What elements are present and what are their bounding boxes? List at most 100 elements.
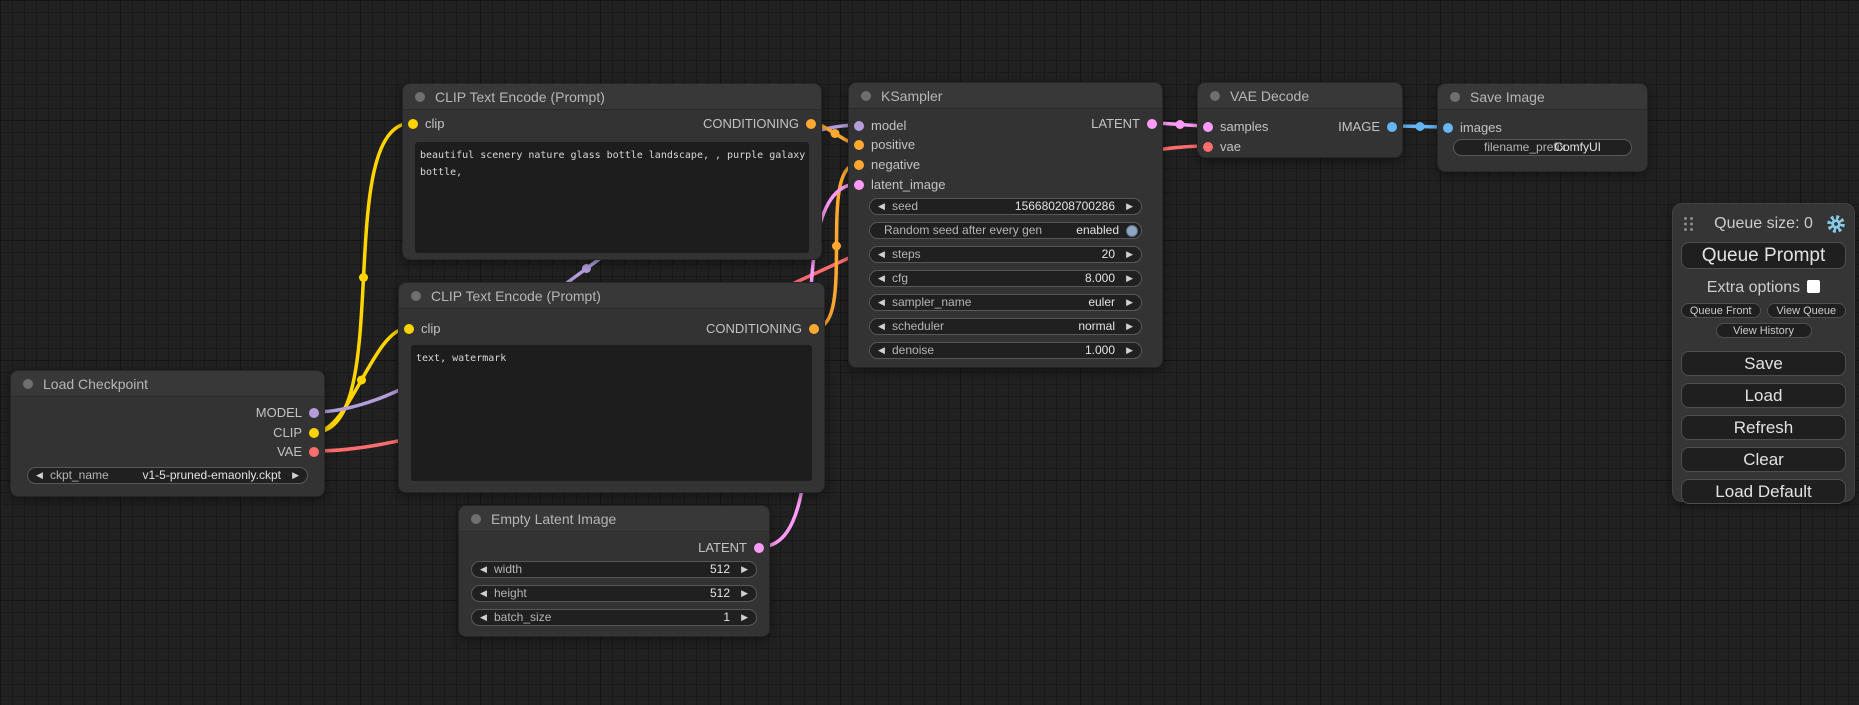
increment-arrow-icon[interactable]: ▶ [1126,271,1133,286]
height-widget[interactable]: ◀ height 512 ▶ [471,585,757,602]
node-title-bar: Save Image [1438,84,1647,110]
increment-arrow-icon[interactable]: ▶ [741,586,748,601]
model-output-slot[interactable] [309,408,319,418]
steps-widget[interactable]: ◀ steps 20 ▶ [869,246,1142,263]
vae-output-slot[interactable] [309,447,319,457]
load-button[interactable]: Load [1681,383,1846,408]
decrement-arrow-icon[interactable]: ◀ [878,295,885,310]
view-queue-button[interactable]: View Queue [1767,303,1847,318]
increment-arrow-icon[interactable]: ▶ [1126,199,1133,214]
queue-prompt-button[interactable]: Queue Prompt [1681,242,1846,269]
clip-input-slot[interactable] [408,119,418,129]
image-output-slot[interactable] [1387,122,1397,132]
positive-input-slot[interactable] [854,140,864,150]
increment-arrow-icon[interactable]: ▶ [1126,319,1133,334]
queue-front-button[interactable]: Queue Front [1681,303,1761,318]
node-title-bar: Load Checkpoint [11,371,324,397]
collapse-dot-icon[interactable] [411,291,421,301]
node-clip-text-encode-negative[interactable]: CLIP Text Encode (Prompt) clip CONDITION… [398,282,825,493]
prompt-textarea[interactable]: text, watermark [411,345,812,481]
node-title: VAE Decode [1230,88,1309,104]
prompt-textarea[interactable]: beautiful scenery nature glass bottle la… [415,142,809,253]
widget-label: steps [892,247,921,262]
collapse-dot-icon[interactable] [1210,91,1220,101]
model-input-slot[interactable] [854,121,864,131]
decrement-arrow-icon[interactable]: ◀ [480,610,487,625]
batch-size-widget[interactable]: ◀ batch_size 1 ▶ [471,609,757,626]
decrement-arrow-icon[interactable]: ◀ [878,319,885,334]
decrement-arrow-icon[interactable]: ◀ [878,199,885,214]
input-label: images [1460,120,1502,136]
widget-label: seed [892,199,918,214]
increment-arrow-icon[interactable]: ▶ [1126,247,1133,262]
extra-options-checkbox[interactable] [1807,280,1820,293]
collapse-dot-icon[interactable] [23,379,33,389]
widget-value: 156680208700286 [1015,199,1115,214]
increment-arrow-icon[interactable]: ▶ [741,610,748,625]
view-history-button[interactable]: View History [1716,323,1812,338]
widget-label: width [494,562,522,577]
node-title-bar: VAE Decode [1198,83,1402,109]
conditioning-output-slot[interactable] [806,119,816,129]
toggle-knob[interactable] [1126,225,1138,237]
latent-output-slot[interactable] [1147,119,1157,129]
save-button[interactable]: Save [1681,351,1846,376]
conditioning-output-slot[interactable] [809,324,819,334]
input-row-samples: samples IMAGE [1198,119,1402,135]
images-input-slot[interactable] [1443,123,1453,133]
ckpt-name-widget[interactable]: ◀ ckpt_name v1-5-pruned-emaonly.ckpt ▶ [27,467,308,484]
drag-handle-icon[interactable] [1683,216,1695,232]
node-graph-canvas[interactable]: Load Checkpoint MODEL CLIP VAE ◀ ckpt_na… [0,0,1859,705]
cfg-widget[interactable]: ◀ cfg 8.000 ▶ [869,270,1142,287]
clip-input-slot[interactable] [404,324,414,334]
widget-value: enabled [1076,223,1119,238]
denoise-widget[interactable]: ◀ denoise 1.000 ▶ [869,342,1142,359]
widget-label: scheduler [892,319,944,334]
node-save-image[interactable]: Save Image images filename_prefix ComfyU… [1437,83,1648,172]
extra-options-row: Extra options [1681,279,1846,297]
widget-value: 20 [1102,247,1115,262]
negative-input-slot[interactable] [854,160,864,170]
collapse-dot-icon[interactable] [471,514,481,524]
increment-arrow-icon[interactable]: ▶ [1126,295,1133,310]
latent-image-input-slot[interactable] [854,180,864,190]
increment-arrow-icon[interactable]: ▶ [292,468,299,483]
random-seed-widget[interactable]: Random seed after every gen enabled [869,222,1142,239]
slot-row: clip CONDITIONING [403,116,821,132]
collapse-dot-icon[interactable] [861,91,871,101]
samples-input-slot[interactable] [1203,122,1213,132]
decrement-arrow-icon[interactable]: ◀ [878,343,885,358]
refresh-button[interactable]: Refresh [1681,415,1846,440]
node-empty-latent-image[interactable]: Empty Latent Image LATENT ◀ width 512 ▶ … [458,505,770,637]
node-load-checkpoint[interactable]: Load Checkpoint MODEL CLIP VAE ◀ ckpt_na… [10,370,325,497]
input-label: positive [871,137,915,153]
settings-gear-icon[interactable] [1826,214,1846,234]
decrement-arrow-icon[interactable]: ◀ [480,562,487,577]
node-ksampler[interactable]: KSampler model LATENT positive negative … [848,82,1163,368]
filename-prefix-widget[interactable]: filename_prefix ComfyUI [1453,139,1632,156]
decrement-arrow-icon[interactable]: ◀ [36,468,43,483]
seed-widget[interactable]: ◀ seed 156680208700286 ▶ [869,198,1142,215]
clear-button[interactable]: Clear [1681,447,1846,472]
output-row-clip: CLIP [11,425,324,441]
decrement-arrow-icon[interactable]: ◀ [878,247,885,262]
input-row-model: model LATENT [849,118,1162,134]
vae-input-slot[interactable] [1203,142,1213,152]
node-clip-text-encode-positive[interactable]: CLIP Text Encode (Prompt) clip CONDITION… [402,83,822,260]
widget-label: batch_size [494,610,551,625]
increment-arrow-icon[interactable]: ▶ [1126,343,1133,358]
clip-output-slot[interactable] [309,428,319,438]
sampler-name-widget[interactable]: ◀ sampler_name euler ▶ [869,294,1142,311]
node-vae-decode[interactable]: VAE Decode samples IMAGE vae [1197,82,1403,158]
collapse-dot-icon[interactable] [415,92,425,102]
decrement-arrow-icon[interactable]: ◀ [878,271,885,286]
increment-arrow-icon[interactable]: ▶ [741,562,748,577]
node-title-bar: KSampler [849,83,1162,109]
latent-output-slot[interactable] [754,543,764,553]
width-widget[interactable]: ◀ width 512 ▶ [471,561,757,578]
collapse-dot-icon[interactable] [1450,92,1460,102]
load-default-button[interactable]: Load Default [1681,479,1846,504]
decrement-arrow-icon[interactable]: ◀ [480,586,487,601]
scheduler-widget[interactable]: ◀ scheduler normal ▶ [869,318,1142,335]
input-row-latent-image: latent_image [849,177,1162,193]
